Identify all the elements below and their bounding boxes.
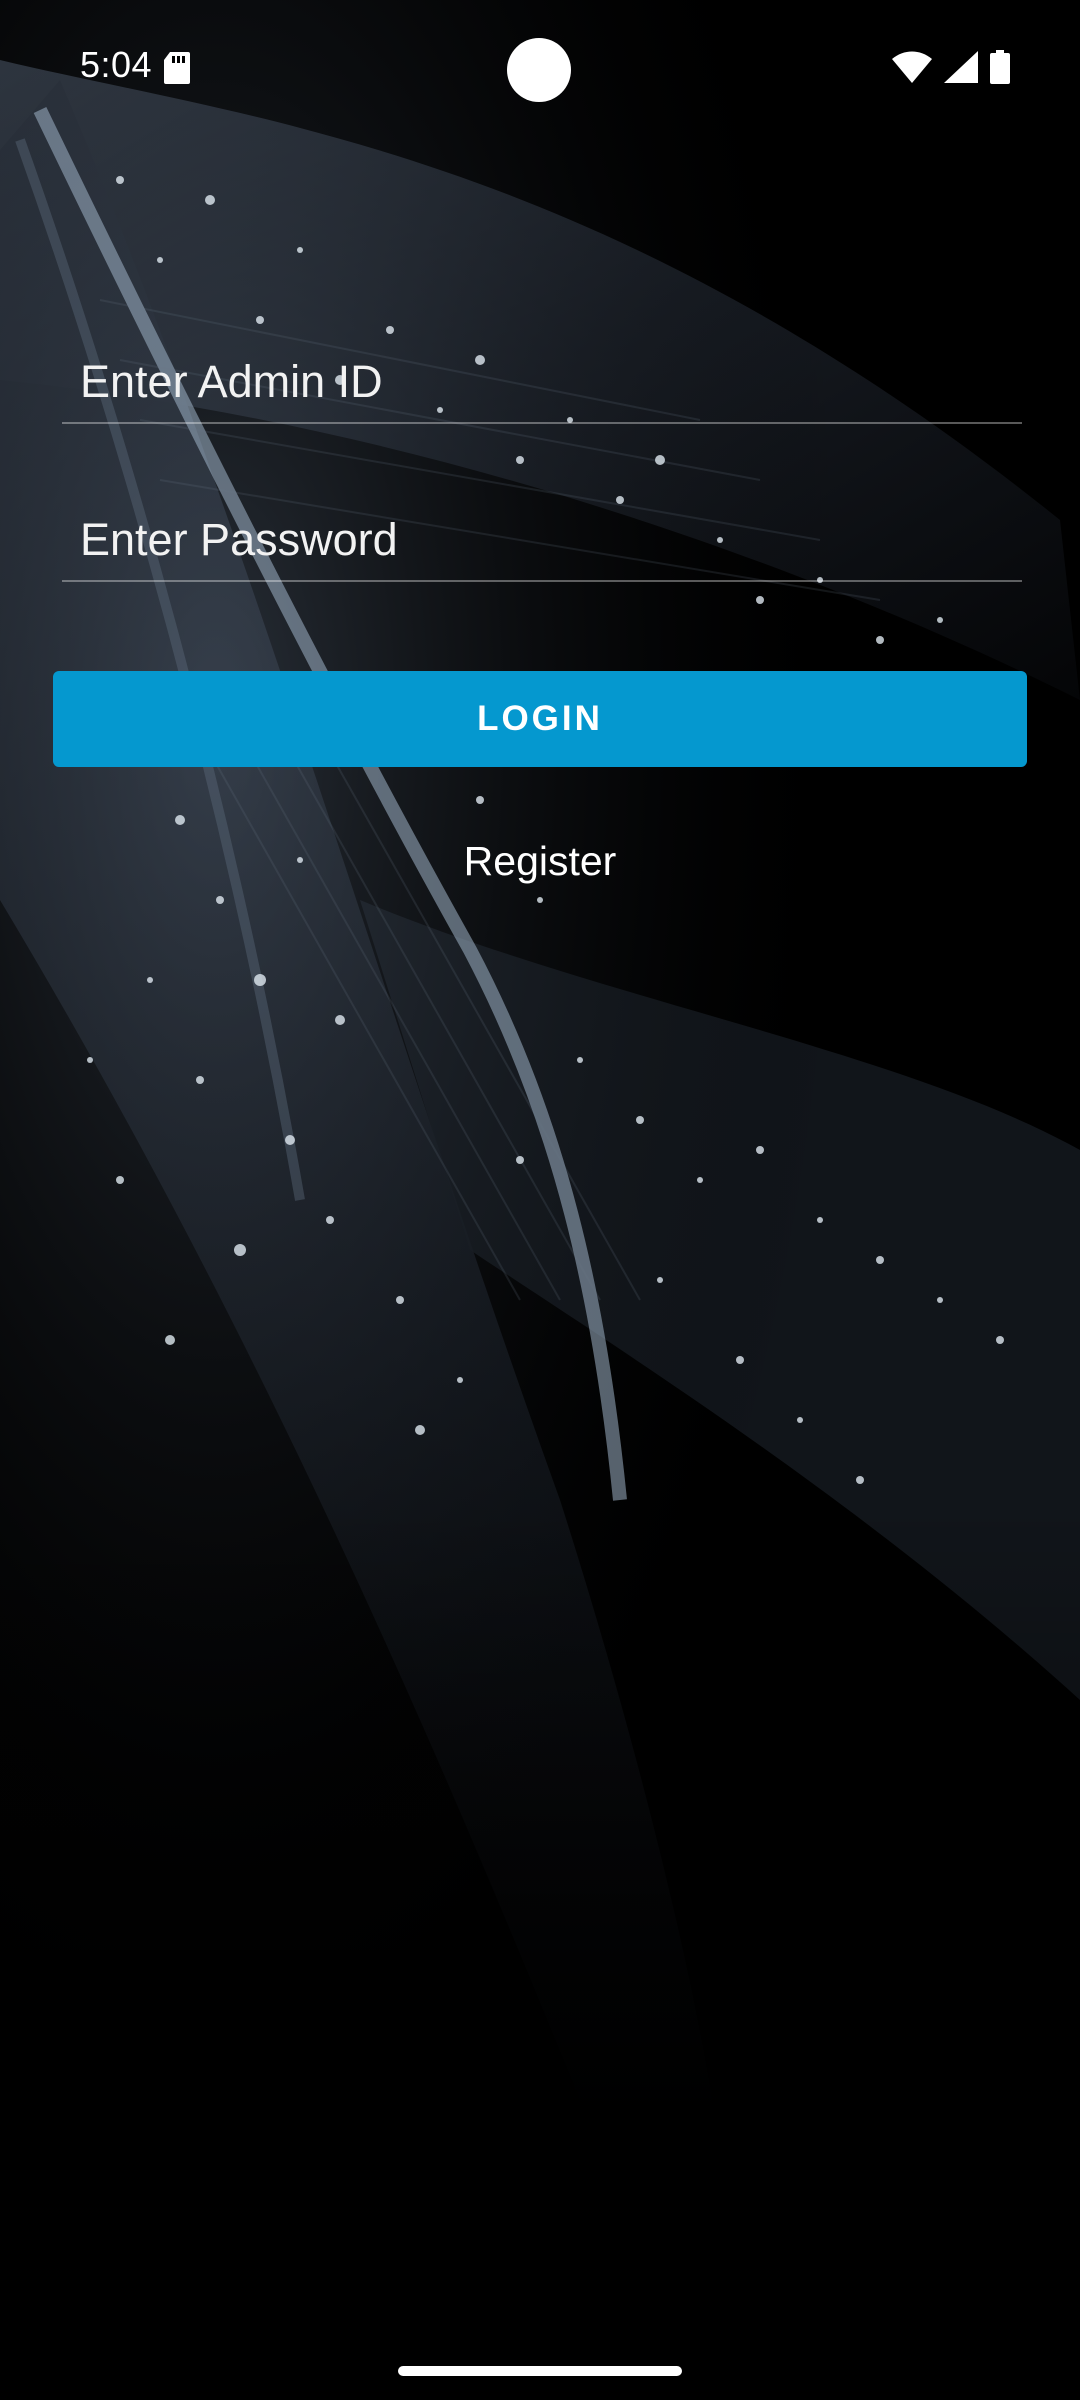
password-field	[62, 500, 1022, 582]
status-bar: 5:04	[0, 0, 1080, 140]
register-link[interactable]: Register	[0, 838, 1080, 885]
password-input[interactable]	[62, 500, 1022, 580]
cellular-signal-icon	[944, 51, 978, 88]
battery-icon	[990, 50, 1010, 89]
admin-id-underline	[62, 422, 1022, 424]
status-time: 5:04	[80, 44, 153, 85]
status-icons	[892, 50, 1010, 89]
password-underline	[62, 580, 1022, 582]
admin-id-input[interactable]	[62, 342, 1022, 422]
login-button[interactable]: LOGIN	[53, 671, 1027, 767]
camera-cutout	[507, 38, 571, 102]
wifi-icon	[892, 51, 932, 88]
sd-card-icon	[164, 52, 190, 89]
admin-id-field	[62, 342, 1022, 424]
home-indicator[interactable]	[398, 2366, 682, 2376]
login-screen: 5:04 Enter Admin ID LOGIN Register	[0, 0, 1080, 2400]
